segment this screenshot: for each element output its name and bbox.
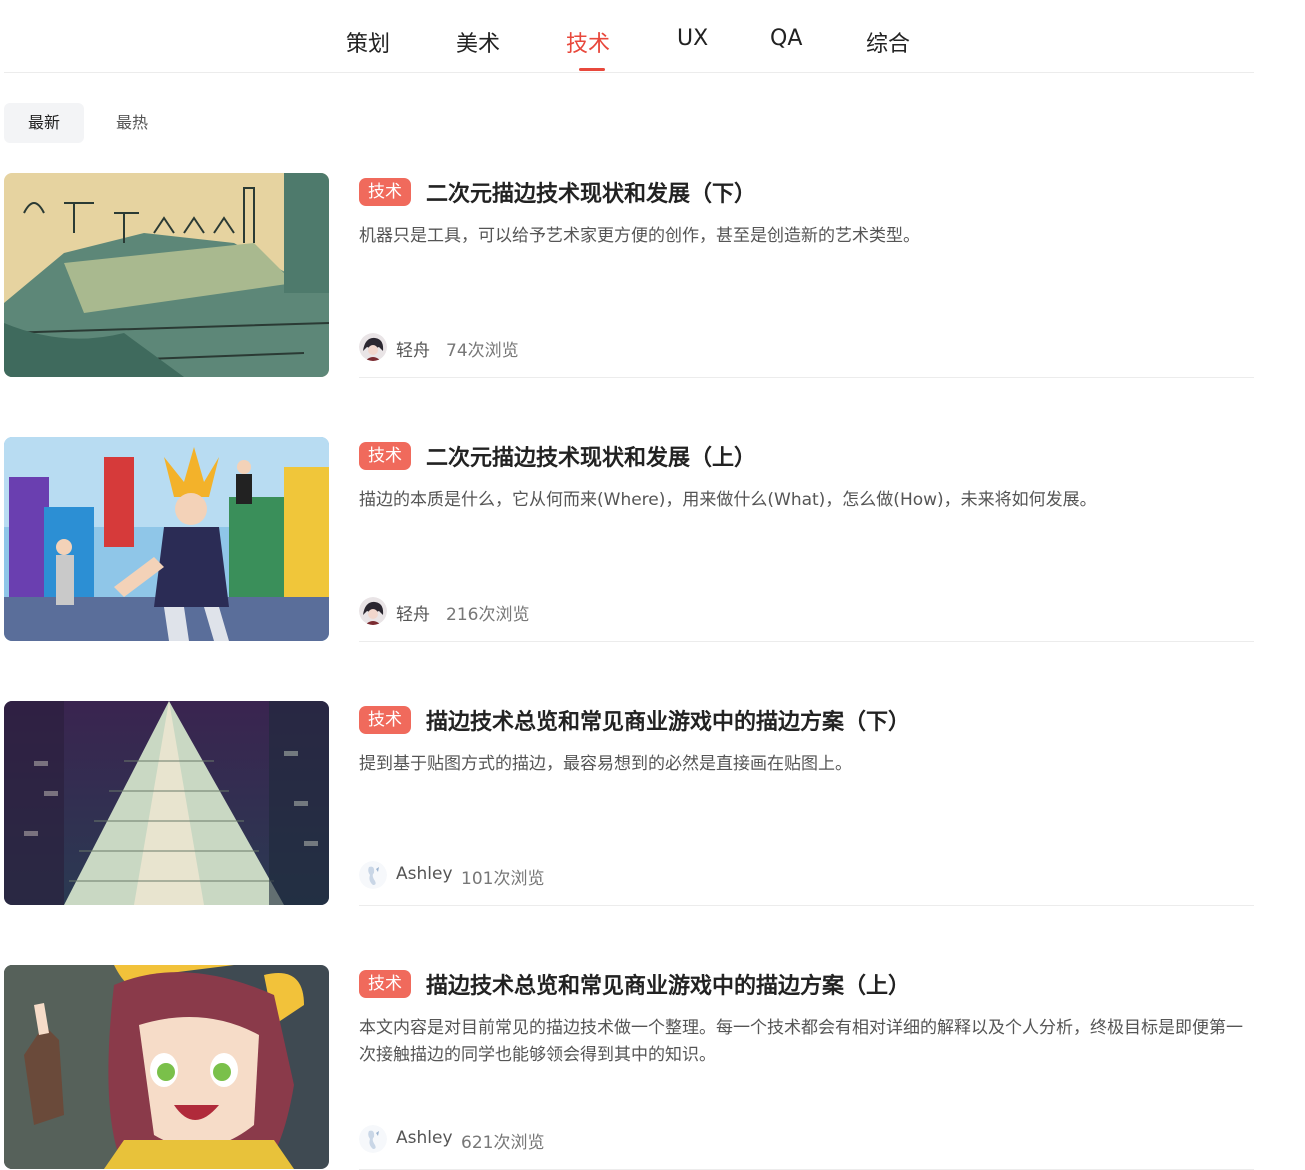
article-thumbnail[interactable] [4,173,329,377]
active-tab-indicator [579,68,605,71]
category-tabs: 策划 美术 技术 UX QA 综合 [4,0,1254,73]
article-summary: 本文内容是对目前常见的描边技术做一个整理。每一个技术都会有相对详细的解释以及个人… [359,1018,1243,1065]
article-info: 技术 描边技术总览和常见商业游戏中的描边方案（上） 本文内容是对目前常见的描边技… [359,965,1254,1170]
article-card[interactable]: 技术 描边技术总览和常见商业游戏中的描边方案（上） 本文内容是对目前常见的描边技… [4,965,1254,1170]
article-summary: 机器只是工具，可以给予艺术家更方便的创作，甚至是创造新的艺术类型。 [359,226,920,246]
view-count: 621次浏览 [461,1133,545,1153]
tab-qa[interactable]: QA [770,26,802,51]
author-name[interactable]: 轻舟 [396,336,430,361]
article-card[interactable]: 技术 二次元描边技术现状和发展（下） 机器只是工具，可以给予艺术家更方便的创作，… [4,173,1254,378]
article-title[interactable]: 二次元描边技术现状和发展（上） [426,440,756,472]
tab-art[interactable]: 美术 [456,26,500,58]
author-avatar[interactable] [359,597,387,625]
sort-newest-button[interactable]: 最新 [4,103,84,143]
author-name[interactable]: 轻舟 [396,600,430,625]
tab-tech[interactable]: 技术 [566,26,610,58]
article-thumbnail[interactable] [4,965,329,1169]
category-tag: 技术 [359,442,411,470]
article-thumbnail[interactable] [4,437,329,641]
article-title[interactable]: 描边技术总览和常见商业游戏中的描边方案（上） [426,968,910,1000]
author-avatar[interactable] [359,1125,387,1153]
article-card[interactable]: 技术 描边技术总览和常见商业游戏中的描边方案（下） 提到基于贴图方式的描边，最容… [4,701,1254,906]
author-name[interactable]: Ashley [396,864,453,884]
author-avatar[interactable] [359,333,387,361]
author-avatar[interactable] [359,861,387,889]
tab-ux[interactable]: UX [677,26,708,51]
article-info: 技术 二次元描边技术现状和发展（上） 描边的本质是什么，它从何而来(Where)… [359,437,1254,642]
article-summary: 提到基于贴图方式的描边，最容易想到的必然是直接画在贴图上。 [359,754,852,774]
article-title[interactable]: 描边技术总览和常见商业游戏中的描边方案（下） [426,704,910,736]
article-info: 技术 二次元描边技术现状和发展（下） 机器只是工具，可以给予艺术家更方便的创作，… [359,173,1254,378]
category-tag: 技术 [359,706,411,734]
category-tag: 技术 [359,178,411,206]
tab-general[interactable]: 综合 [866,26,910,58]
category-tag: 技术 [359,970,411,998]
article-summary: 描边的本质是什么，它从何而来(Where)，用来做什么(What)，怎么做(Ho… [359,490,1097,510]
view-count: 101次浏览 [461,869,545,889]
tab-planning[interactable]: 策划 [346,26,390,58]
author-name[interactable]: Ashley [396,1128,453,1148]
article-card[interactable]: 技术 二次元描边技术现状和发展（上） 描边的本质是什么，它从何而来(Where)… [4,437,1254,642]
view-count: 74次浏览 [446,341,519,361]
sort-hottest-button[interactable]: 最热 [116,103,148,143]
article-title[interactable]: 二次元描边技术现状和发展（下） [426,176,756,208]
view-count: 216次浏览 [446,605,530,625]
article-info: 技术 描边技术总览和常见商业游戏中的描边方案（下） 提到基于贴图方式的描边，最容… [359,701,1254,906]
article-thumbnail[interactable] [4,701,329,905]
